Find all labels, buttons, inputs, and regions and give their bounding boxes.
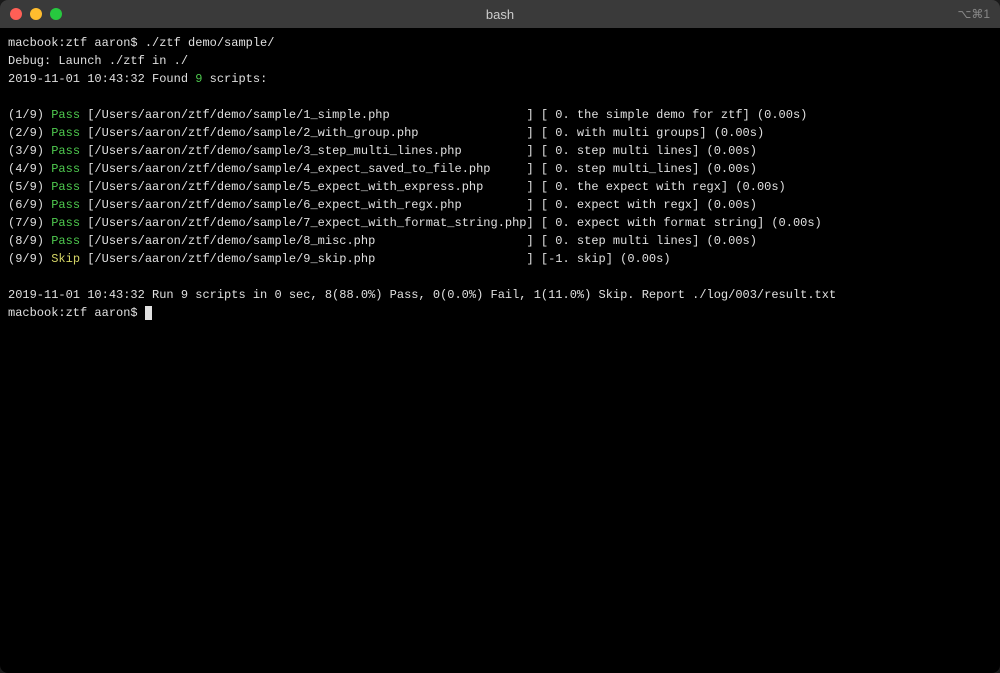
summary-line: 2019-11-01 10:43:32 Run 9 scripts in 0 s… <box>8 286 992 304</box>
results-list: (1/9) Pass [/Users/aaron/ztf/demo/sample… <box>8 106 992 268</box>
result-detail: [/Users/aaron/ztf/demo/sample/8_misc.php… <box>80 234 757 248</box>
result-index: (1/9) <box>8 108 51 122</box>
terminal-window: bash ⌥⌘1 macbook:ztf aaron$ ./ztf demo/s… <box>0 0 1000 673</box>
shell-prompt: macbook:ztf aaron$ <box>8 36 145 50</box>
result-row: (7/9) Pass [/Users/aaron/ztf/demo/sample… <box>8 214 992 232</box>
result-row: (8/9) Pass [/Users/aaron/ztf/demo/sample… <box>8 232 992 250</box>
result-status: Pass <box>51 126 80 140</box>
result-status: Pass <box>51 144 80 158</box>
found-line: 2019-11-01 10:43:32 Found 9 scripts: <box>8 70 992 88</box>
result-status: Pass <box>51 180 80 194</box>
result-row: (6/9) Pass [/Users/aaron/ztf/demo/sample… <box>8 196 992 214</box>
result-row: (4/9) Pass [/Users/aaron/ztf/demo/sample… <box>8 160 992 178</box>
found-prefix: Found <box>152 72 195 86</box>
result-index: (6/9) <box>8 198 51 212</box>
result-detail: [/Users/aaron/ztf/demo/sample/7_expect_w… <box>80 216 822 230</box>
result-index: (4/9) <box>8 162 51 176</box>
result-row: (2/9) Pass [/Users/aaron/ztf/demo/sample… <box>8 124 992 142</box>
result-index: (8/9) <box>8 234 51 248</box>
result-row: (5/9) Pass [/Users/aaron/ztf/demo/sample… <box>8 178 992 196</box>
result-detail: [/Users/aaron/ztf/demo/sample/1_simple.p… <box>80 108 807 122</box>
debug-line: Debug: Launch ./ztf in ./ <box>8 52 992 70</box>
timestamp: 2019-11-01 10:43:32 <box>8 72 145 86</box>
prompt-line: macbook:ztf aaron$ ./ztf demo/sample/ <box>8 34 992 52</box>
result-status: Pass <box>51 198 80 212</box>
terminal-output[interactable]: macbook:ztf aaron$ ./ztf demo/sample/Deb… <box>0 28 1000 673</box>
result-status: Pass <box>51 108 80 122</box>
result-status: Pass <box>51 234 80 248</box>
maximize-icon[interactable] <box>50 8 62 20</box>
minimize-icon[interactable] <box>30 8 42 20</box>
result-detail: [/Users/aaron/ztf/demo/sample/5_expect_w… <box>80 180 786 194</box>
result-status: Skip <box>51 252 80 266</box>
blank-line <box>8 268 992 286</box>
result-index: (5/9) <box>8 180 51 194</box>
summary-timestamp: 2019-11-01 10:43:32 <box>8 288 145 302</box>
result-index: (2/9) <box>8 126 51 140</box>
summary-text: Run 9 scripts in 0 sec, 8(88.0%) Pass, 0… <box>152 288 836 302</box>
result-row: (3/9) Pass [/Users/aaron/ztf/demo/sample… <box>8 142 992 160</box>
blank-line <box>8 88 992 106</box>
window-shortcut: ⌥⌘1 <box>957 7 990 21</box>
result-detail: [/Users/aaron/ztf/demo/sample/2_with_gro… <box>80 126 764 140</box>
result-status: Pass <box>51 162 80 176</box>
result-status: Pass <box>51 216 80 230</box>
result-detail: [/Users/aaron/ztf/demo/sample/9_skip.php… <box>80 252 671 266</box>
result-detail: [/Users/aaron/ztf/demo/sample/3_step_mul… <box>80 144 757 158</box>
shell-prompt: macbook:ztf aaron$ <box>8 306 145 320</box>
result-index: (3/9) <box>8 144 51 158</box>
result-index: (7/9) <box>8 216 51 230</box>
traffic-lights <box>10 8 62 20</box>
result-detail: [/Users/aaron/ztf/demo/sample/6_expect_w… <box>80 198 757 212</box>
result-detail: [/Users/aaron/ztf/demo/sample/4_expect_s… <box>80 162 757 176</box>
found-suffix: scripts: <box>202 72 267 86</box>
cursor-icon <box>145 306 152 320</box>
result-row: (1/9) Pass [/Users/aaron/ztf/demo/sample… <box>8 106 992 124</box>
window-title: bash <box>486 7 514 22</box>
result-index: (9/9) <box>8 252 51 266</box>
result-row: (9/9) Skip [/Users/aaron/ztf/demo/sample… <box>8 250 992 268</box>
final-prompt-line: macbook:ztf aaron$ <box>8 304 992 322</box>
close-icon[interactable] <box>10 8 22 20</box>
entered-command: ./ztf demo/sample/ <box>145 36 275 50</box>
window-titlebar[interactable]: bash ⌥⌘1 <box>0 0 1000 28</box>
